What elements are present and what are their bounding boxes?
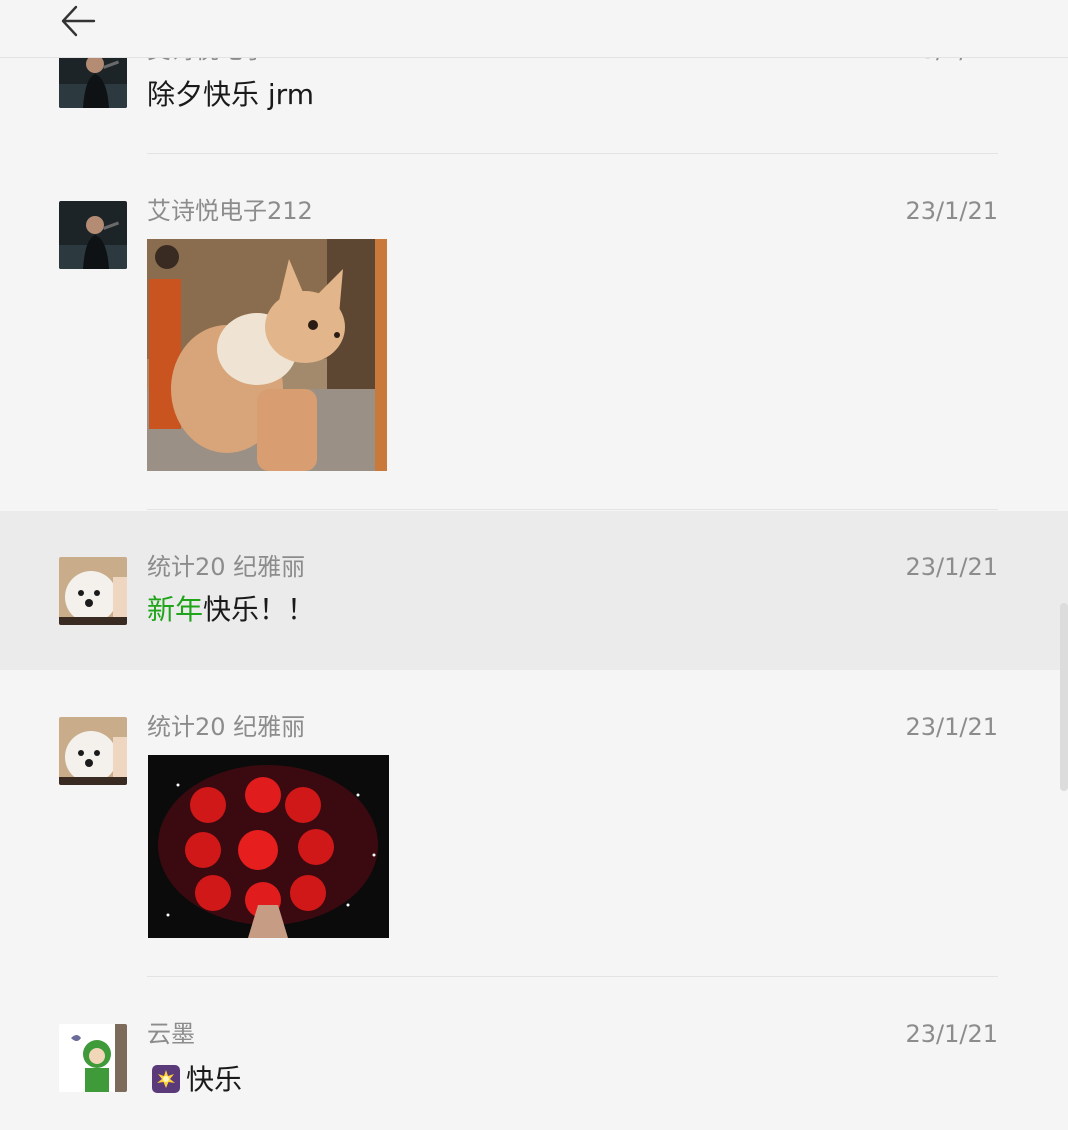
avatar[interactable] xyxy=(59,1024,127,1092)
list-item[interactable]: 统计20 纪雅丽 23/1/21 新年快乐！！ xyxy=(0,511,1068,670)
sender-name: 云墨 xyxy=(147,1020,195,1048)
message-text-rest: 快乐！！ xyxy=(203,593,316,626)
divider xyxy=(147,509,998,510)
message-date: 23/1/21 xyxy=(905,713,998,741)
back-button[interactable] xyxy=(56,2,100,40)
message-text-content: 快乐 xyxy=(186,1063,243,1096)
message-list[interactable]: 艾诗悦电子212 23/1/21 除夕快乐 jrm 艾诗悦电子212 23/1/… xyxy=(0,0,1068,1130)
message-date: 23/1/21 xyxy=(905,553,998,581)
title-bar xyxy=(0,0,1068,58)
list-item[interactable]: 统计20 纪雅丽 23/1/21 xyxy=(0,670,1068,977)
gif-image[interactable] xyxy=(148,755,389,938)
message-text: 新年快乐！！ xyxy=(147,591,315,629)
avatar[interactable] xyxy=(59,557,127,625)
list-item[interactable]: 云墨 23/1/21 快乐 xyxy=(0,977,1068,1130)
chat-history-window: 艾诗悦电子212 23/1/21 除夕快乐 jrm 艾诗悦电子212 23/1/… xyxy=(0,0,1068,1130)
scrollbar-thumb[interactable] xyxy=(1060,603,1068,791)
keyword-highlight[interactable]: 新年 xyxy=(147,593,203,626)
message-date: 23/1/21 xyxy=(905,197,998,225)
avatar[interactable] xyxy=(59,717,127,785)
sender-name: 统计20 纪雅丽 xyxy=(147,553,306,581)
sender-name: 艾诗悦电子212 xyxy=(147,197,313,225)
gif-image[interactable] xyxy=(147,239,387,471)
sparkle-emoji-icon xyxy=(152,1065,180,1093)
avatar[interactable] xyxy=(59,201,127,269)
message-date: 23/1/21 xyxy=(905,1020,998,1048)
divider xyxy=(147,153,998,154)
message-text: 除夕快乐 jrm xyxy=(147,78,314,111)
arrow-left-icon xyxy=(61,5,96,37)
message-text: 快乐 xyxy=(152,1061,242,1099)
sender-name: 统计20 纪雅丽 xyxy=(147,713,306,741)
list-item[interactable]: 艾诗悦电子212 23/1/21 xyxy=(0,155,1068,510)
